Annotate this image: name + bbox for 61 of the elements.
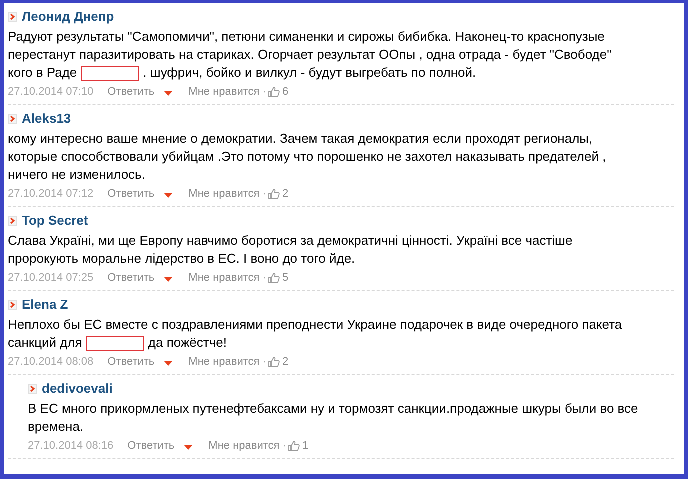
timestamp: 27.10.2014 08:08 bbox=[8, 355, 94, 369]
separator-dot: · bbox=[262, 85, 266, 99]
caret-icon[interactable] bbox=[164, 90, 173, 96]
reply-link[interactable]: Ответить bbox=[128, 439, 175, 453]
comment-text: кого в Раде bbox=[8, 64, 78, 82]
separator-dot: · bbox=[262, 271, 266, 285]
caret-icon[interactable] bbox=[184, 444, 193, 450]
comment-text: санкций для bbox=[8, 334, 82, 352]
comment-text: пророкують моральне лідерство в ЕС. І воно до того йде. bbox=[8, 250, 356, 268]
like-count: 6 bbox=[282, 85, 289, 99]
reply-link[interactable]: Ответить bbox=[108, 85, 155, 99]
chevron-icon bbox=[8, 114, 17, 124]
separator-dot: · bbox=[262, 355, 266, 369]
chevron-icon bbox=[8, 12, 17, 22]
comment-text: Радуют результаты "Самопомичи", петюни симаненки и сирожы бибибка. Наконец-то краснопузые bbox=[8, 28, 605, 46]
timestamp: 27.10.2014 08:16 bbox=[28, 439, 114, 453]
like-count: 5 bbox=[282, 271, 289, 285]
reply-link[interactable]: Ответить bbox=[108, 271, 155, 285]
comment-text: Слава Україні, ми ще Европу навчимо боротися за демократичні цінності. Україні все частіше bbox=[8, 232, 573, 250]
caret-icon[interactable] bbox=[164, 192, 173, 198]
reply-link[interactable]: Ответить bbox=[108, 355, 155, 369]
caret-icon[interactable] bbox=[164, 360, 173, 366]
chevron-icon bbox=[8, 216, 17, 226]
timestamp: 27.10.2014 07:12 bbox=[8, 187, 94, 201]
comment-text: да пожёстче! bbox=[148, 334, 227, 352]
thumbs-up-icon[interactable] bbox=[268, 188, 280, 200]
thumbs-up-icon[interactable] bbox=[268, 356, 280, 368]
like-link[interactable]: Мне нравится bbox=[188, 355, 260, 369]
comment-text: которые способствовали убийцам .Это потому что порошенко не захотел наказывать предателей , bbox=[8, 148, 606, 166]
redaction-box bbox=[86, 336, 144, 350]
thumbs-up-icon[interactable] bbox=[268, 272, 280, 284]
username-link[interactable]: dedivoevali bbox=[42, 381, 113, 397]
comment-text: времена. bbox=[28, 418, 84, 436]
comment-text: Неплохо бы ЕС вместе с поздравлениями преподнести Украине подарочек в виде очередного пакета bbox=[8, 316, 622, 334]
like-count: 2 bbox=[282, 187, 289, 201]
redaction-box bbox=[81, 66, 140, 80]
timestamp: 27.10.2014 07:10 bbox=[8, 85, 94, 99]
comment-text: кому интересно ваше мнение о демократии. Зачем такая демократия если проходят регионалы, bbox=[8, 130, 593, 148]
separator-dot: · bbox=[282, 439, 286, 453]
like-count: 1 bbox=[302, 439, 309, 453]
like-link[interactable]: Мне нравится bbox=[188, 271, 260, 285]
thumbs-up-icon[interactable] bbox=[268, 86, 280, 98]
thumbs-up-icon[interactable] bbox=[288, 440, 300, 452]
like-link[interactable]: Мне нравится bbox=[188, 187, 260, 201]
username-link[interactable]: Top Secret bbox=[22, 213, 88, 229]
like-count: 2 bbox=[282, 355, 289, 369]
username-link[interactable]: Elena Z bbox=[22, 297, 68, 313]
comment-text: ничего не изменилось. bbox=[8, 166, 146, 184]
timestamp: 27.10.2014 07:25 bbox=[8, 271, 94, 285]
like-link[interactable]: Мне нравится bbox=[208, 439, 280, 453]
comment-text: перестанут паразитировать на стариках. Огорчает результат ООпы , одна отрада - будет "Свободе" bbox=[8, 46, 612, 64]
caret-icon[interactable] bbox=[164, 276, 173, 282]
chevron-icon bbox=[28, 384, 37, 394]
comment-text: . шуфрич, бойко и вилкул - будут выгребать по полной. bbox=[143, 64, 476, 82]
chevron-icon bbox=[8, 300, 17, 310]
username-link[interactable]: Леонид Днепр bbox=[22, 9, 114, 25]
reply-link[interactable]: Ответить bbox=[108, 187, 155, 201]
like-link[interactable]: Мне нравится bbox=[188, 85, 260, 99]
separator-dot: · bbox=[262, 187, 266, 201]
username-link[interactable]: Aleks13 bbox=[22, 111, 72, 127]
comment-text: В ЕС много прикормленых путенефтебаксами ну и тормозят санкции.продажные шкуры были во все bbox=[28, 400, 638, 418]
